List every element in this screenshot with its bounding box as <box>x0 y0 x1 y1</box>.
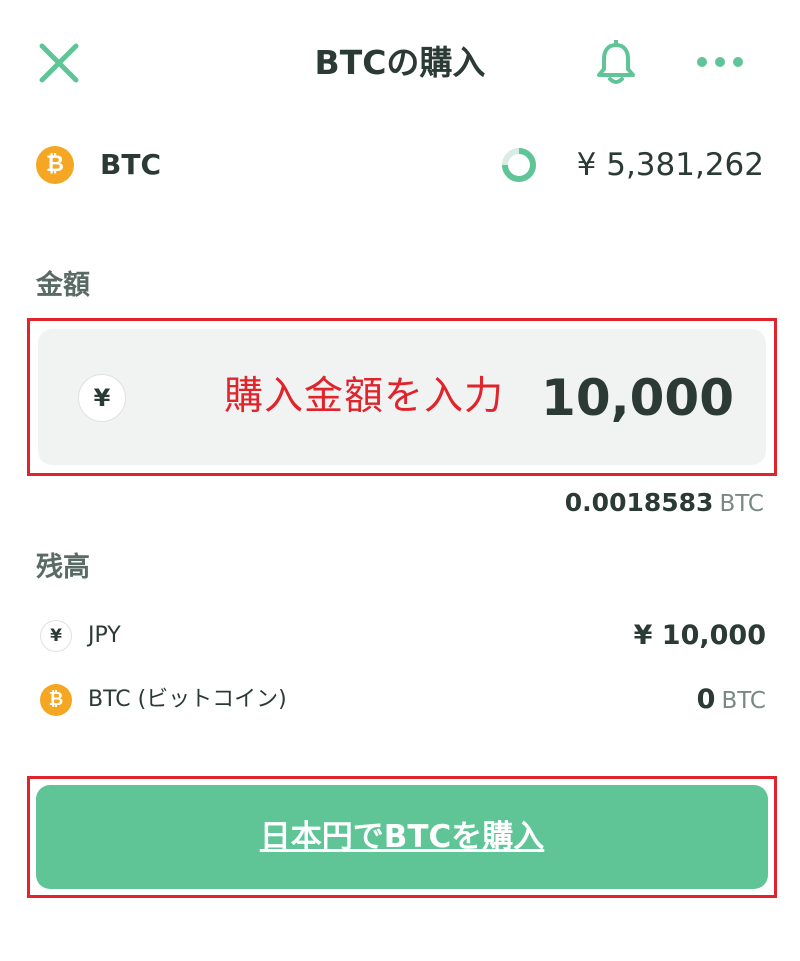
balance-row-jpy: ¥ JPY ¥ 10,000 <box>36 614 766 658</box>
close-icon[interactable] <box>36 40 82 86</box>
amount-highlight-frame: ¥ 購入金額を入力 10,000 <box>27 318 777 476</box>
amount-label: 金額 <box>36 270 90 301</box>
amount-annotation: 購入金額を入力 <box>224 374 505 419</box>
asset-price-row: ₿ BTC ¥ 5,381,262 <box>36 140 766 190</box>
bell-icon[interactable] <box>595 39 637 86</box>
more-options-icon[interactable] <box>695 50 745 74</box>
bitcoin-icon: ₿ <box>40 684 72 716</box>
balance-value: 0 BTC <box>697 678 766 723</box>
balance-row-btc: ₿ BTC (ビットコイン) 0 BTC <box>36 678 766 722</box>
btc-equivalent-unit: BTC <box>719 491 764 517</box>
balance-value: ¥ 10,000 <box>633 620 766 651</box>
btc-equivalent: 0.0018583 BTC <box>565 486 764 521</box>
yen-icon: ¥ <box>78 374 126 422</box>
asset-price: ¥ 5,381,262 <box>576 147 764 183</box>
page-title: BTCの購入 <box>314 43 486 82</box>
buy-highlight-frame: 日本円でBTCを購入 <box>27 776 777 898</box>
yen-icon: ¥ <box>40 620 72 652</box>
balance-name: BTC (ビットコイン) <box>88 687 287 712</box>
balance-name: JPY <box>88 623 121 648</box>
balance-amount: 0 <box>696 684 716 715</box>
buy-button[interactable]: 日本円でBTCを購入 <box>36 785 768 889</box>
balance-unit: BTC <box>721 688 766 714</box>
btc-equivalent-value: 0.0018583 <box>564 488 714 517</box>
bitcoin-icon: ₿ <box>36 146 74 184</box>
amount-input[interactable]: ¥ 購入金額を入力 10,000 <box>38 329 766 465</box>
balance-label: 残高 <box>36 552 90 583</box>
amount-value: 10,000 <box>541 369 734 427</box>
asset-name: BTC <box>100 148 161 181</box>
refresh-icon[interactable] <box>500 146 538 184</box>
app-header: BTCの購入 <box>0 0 800 126</box>
